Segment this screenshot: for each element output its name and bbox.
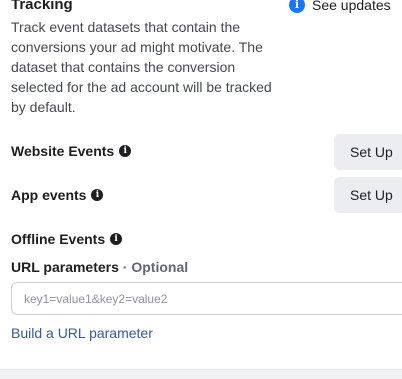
website-events-setup-button[interactable]: Set Up	[334, 134, 402, 170]
info-icon[interactable]: i	[91, 189, 104, 201]
tracking-title: Tracking	[11, 0, 73, 13]
see-updates-link[interactable]: i See updates	[289, 0, 391, 13]
see-updates-label: See updates	[312, 0, 391, 13]
info-icon[interactable]: i	[119, 145, 132, 157]
website-events-text: Website Events	[11, 143, 115, 159]
optional-text: · Optional	[122, 259, 189, 275]
offline-events-label: Offline Events i	[11, 231, 123, 247]
info-icon: i	[289, 0, 305, 13]
app-events-text: App events	[11, 187, 87, 203]
info-icon[interactable]: i	[110, 233, 123, 245]
url-parameters-text: URL parameters	[11, 259, 119, 275]
url-parameters-input[interactable]	[11, 282, 402, 315]
app-events-label: App events i	[11, 187, 104, 203]
website-events-label: Website Events i	[11, 143, 132, 159]
offline-events-text: Offline Events	[11, 231, 106, 247]
app-events-setup-button[interactable]: Set Up	[334, 177, 402, 213]
build-url-parameter-link[interactable]: Build a URL parameter	[11, 325, 153, 341]
tracking-description: Track event datasets that contain the co…	[11, 19, 272, 115]
url-parameters-label: URL parameters · Optional	[11, 259, 188, 275]
